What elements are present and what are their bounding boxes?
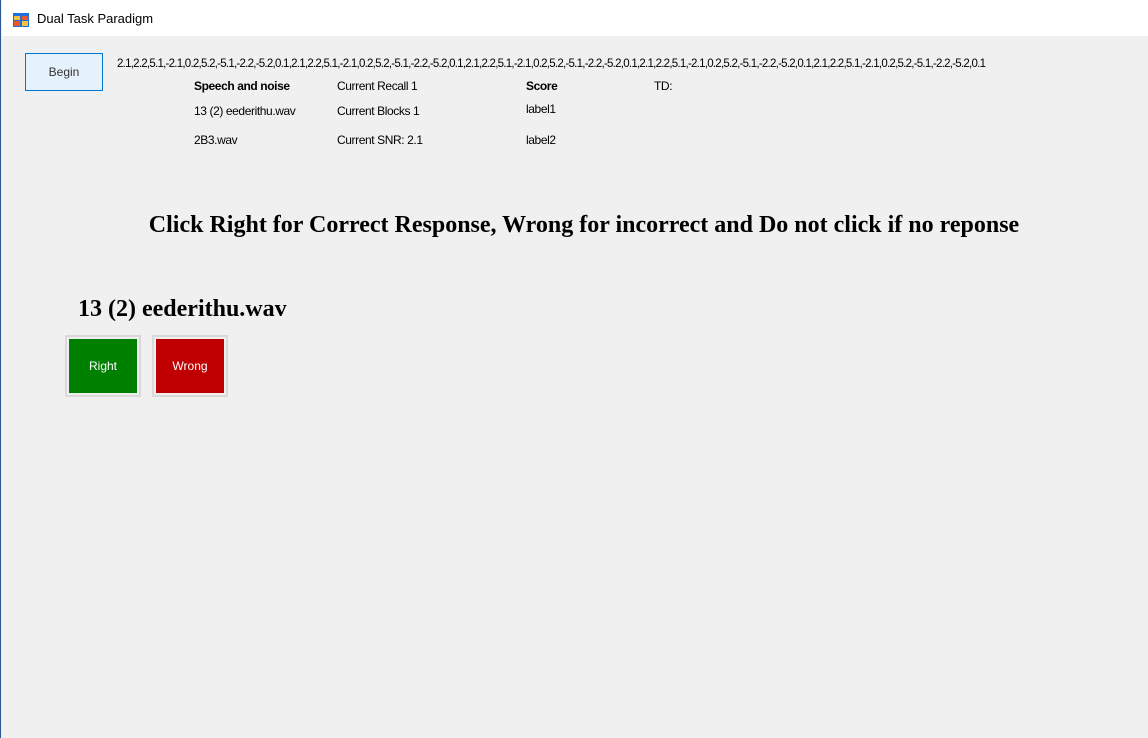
current-snr-label: Current SNR: 2.1: [337, 133, 423, 147]
window-title: Dual Task Paradigm: [37, 11, 154, 26]
current-blocks-label: Current Blocks 1: [337, 104, 420, 118]
wrong-button-label: Wrong: [172, 359, 208, 373]
score-header: Score: [526, 79, 558, 93]
score-label2: label2: [526, 133, 556, 147]
speech-file-label: 13 (2) eederithu.wav: [194, 104, 296, 118]
td-label: TD:: [654, 79, 673, 93]
main-window: Dual Task Paradigm Begin 2.1,2.2,5.1,-2.…: [0, 0, 1148, 738]
snr-sequence-text: 2.1,2.2,5.1,-2.1,0.2,5.2,-5.1,-2.2,-5.2,…: [117, 58, 986, 70]
right-button[interactable]: Right: [65, 335, 141, 397]
instruction-text: Click Right for Correct Response, Wrong …: [148, 212, 1020, 238]
right-button-label: Right: [88, 359, 117, 373]
noise-file-label: 2B3.wav: [194, 133, 238, 147]
speech-noise-header: Speech and noise: [194, 79, 290, 93]
wrong-button[interactable]: Wrong: [152, 335, 228, 397]
begin-button[interactable]: Begin: [25, 53, 103, 91]
current-file-title: 13 (2) eederithu.wav: [78, 296, 287, 322]
windows-form-icon: [13, 13, 29, 27]
score-label1: label1: [526, 102, 556, 116]
current-recall-label: Current Recall 1: [337, 79, 418, 93]
title-bar[interactable]: Dual Task Paradigm: [2, 0, 1148, 36]
